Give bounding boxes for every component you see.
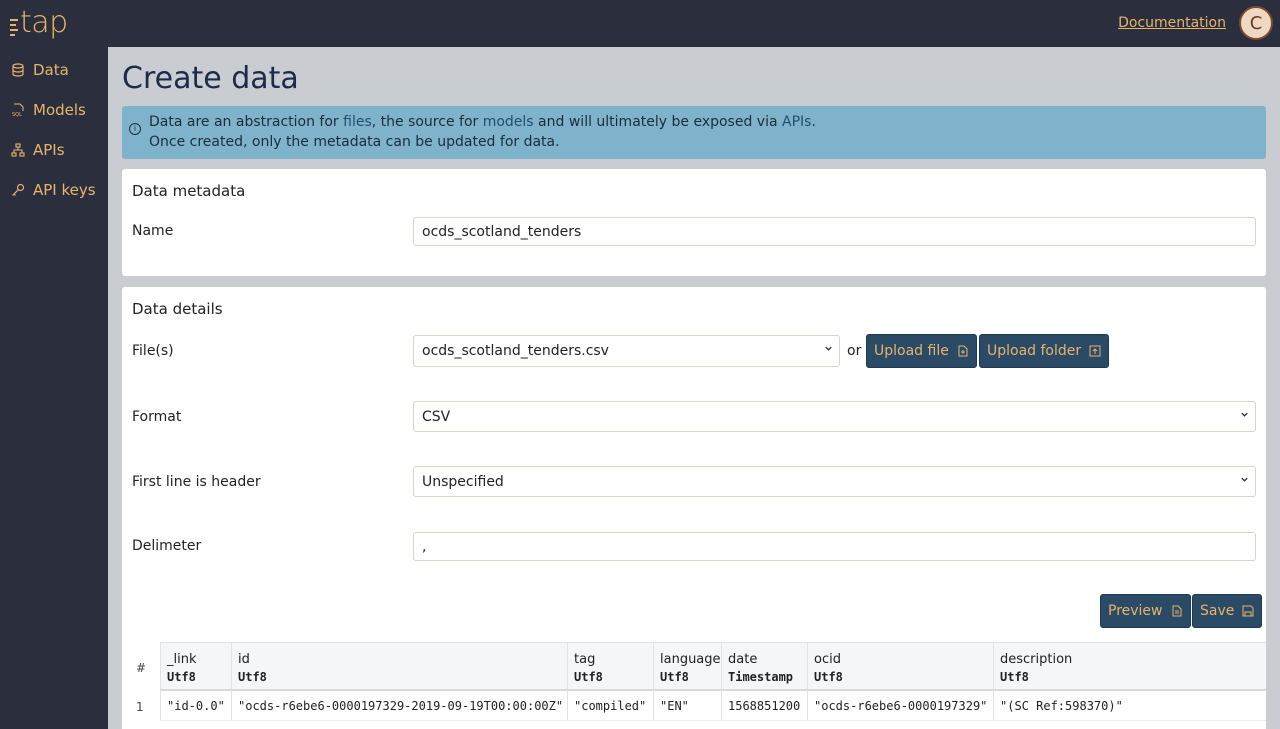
- save-button[interactable]: Save: [1192, 594, 1263, 628]
- alert-text: .: [811, 114, 816, 130]
- alert-text: and will ultimately be exposed via: [533, 114, 783, 130]
- chevron-down-icon: [1241, 412, 1248, 417]
- or-text: or: [847, 343, 862, 359]
- row-number: 1: [136, 700, 144, 714]
- column-name: language: [660, 652, 721, 667]
- column-header-date[interactable]: date Timestamp: [722, 642, 808, 691]
- card-title: Data details: [132, 300, 223, 318]
- floppy-disk-icon: [1242, 605, 1254, 617]
- rownum-header: #: [136, 661, 147, 675]
- sidebar: Data SQL Models APIs API keys: [0, 47, 108, 729]
- table-cell: "EN": [654, 691, 722, 721]
- alert-line-1: Data are an abstraction for files, the s…: [149, 112, 1266, 132]
- column-name: ocid: [814, 652, 841, 667]
- documentation-link[interactable]: Documentation: [1118, 15, 1226, 31]
- chevron-down-icon: [825, 346, 832, 351]
- page-title: Create data: [122, 61, 299, 96]
- sidebar-item-models[interactable]: SQL Models: [0, 90, 108, 130]
- column-type: Utf8: [167, 670, 196, 684]
- files-label: File(s): [132, 343, 174, 359]
- logo-bars-icon: [10, 18, 18, 36]
- delimiter-input[interactable]: ,: [413, 532, 1256, 561]
- column-type: Utf8: [238, 670, 267, 684]
- svg-text:SQL: SQL: [12, 112, 22, 117]
- files-select-value: ocds_scotland_tenders.csv: [422, 343, 609, 359]
- sidebar-item-label: APIs: [33, 141, 65, 159]
- apis-link[interactable]: APIs: [782, 114, 811, 130]
- header-select-value: Unspecified: [422, 473, 504, 490]
- sidebar-item-api-keys[interactable]: API keys: [0, 170, 108, 210]
- column-header-description[interactable]: description Utf8: [994, 642, 1266, 691]
- column-type: Utf8: [814, 670, 843, 684]
- name-input[interactable]: ocds_scotland_tenders: [413, 217, 1256, 246]
- sidebar-item-data[interactable]: Data: [0, 50, 108, 90]
- preview-button[interactable]: Preview: [1100, 594, 1191, 628]
- button-label: Upload file: [874, 343, 949, 359]
- column-name: tag: [574, 652, 596, 667]
- column-type: Timestamp: [728, 670, 794, 684]
- first-line-header-select[interactable]: Unspecified: [413, 466, 1256, 497]
- file-plus-icon: [958, 345, 968, 357]
- column-header-ocid[interactable]: ocid Utf8: [808, 642, 994, 691]
- column-type: Utf8: [660, 670, 689, 684]
- format-select[interactable]: CSV: [413, 401, 1256, 432]
- delimiter-label: Delimeter: [132, 538, 202, 554]
- column-header-language[interactable]: language Utf8: [654, 642, 722, 691]
- info-icon: i: [129, 123, 141, 135]
- column-type: Utf8: [1000, 670, 1029, 684]
- file-icon: [1172, 605, 1181, 617]
- table-cell: "compiled": [568, 691, 654, 721]
- sidebar-item-apis[interactable]: APIs: [0, 130, 108, 170]
- tap-logo[interactable]: tap: [10, 4, 68, 42]
- alert-text: Data are an abstraction for: [149, 114, 344, 130]
- column-name: description: [1000, 652, 1073, 667]
- button-label: Save: [1200, 603, 1235, 619]
- column-header-tag[interactable]: tag Utf8: [568, 642, 654, 691]
- column-type: Utf8: [574, 670, 603, 684]
- alert-text: , the source for: [371, 114, 483, 130]
- upload-file-button[interactable]: Upload file: [866, 334, 977, 368]
- sidebar-item-label: Models: [33, 101, 86, 119]
- button-label: Preview: [1108, 603, 1163, 619]
- first-line-header-label: First line is header: [132, 474, 261, 490]
- column-header-id[interactable]: id Utf8: [232, 642, 568, 691]
- sql-file-icon: SQL: [11, 103, 25, 117]
- database-icon: [11, 63, 25, 77]
- upload-folder-button[interactable]: Upload folder: [979, 334, 1110, 368]
- table-cell: 1568851200: [722, 691, 808, 721]
- files-select[interactable]: ocds_scotland_tenders.csv: [413, 335, 840, 367]
- table-cell: "ocds-r6ebe6-0000197329-2019-09-19T00:00…: [232, 691, 568, 721]
- table-cell: "(SC Ref:598370)": [994, 691, 1266, 721]
- button-label: Upload folder: [987, 343, 1082, 359]
- data-details-card: Data details File(s) ocds_scotland_tende…: [122, 287, 1266, 729]
- sidebar-item-label: Data: [33, 61, 69, 79]
- table-cell: "ocds-r6ebe6-0000197329": [808, 691, 994, 721]
- format-label: Format: [132, 409, 182, 425]
- column-name: date: [728, 652, 758, 667]
- user-avatar[interactable]: C: [1239, 6, 1273, 40]
- files-link[interactable]: files: [343, 114, 372, 130]
- key-icon: [11, 183, 25, 197]
- models-link[interactable]: models: [483, 114, 534, 130]
- column-name: id: [238, 652, 250, 667]
- logo-text: tap: [20, 5, 68, 40]
- column-header-link[interactable]: _link Utf8: [160, 642, 232, 691]
- info-alert: i Data are an abstraction for files, the…: [122, 106, 1266, 159]
- main-content: Create data i Data are an abstraction fo…: [108, 47, 1280, 729]
- data-metadata-card: Data metadata Name ocds_scotland_tenders: [122, 169, 1266, 276]
- card-title: Data metadata: [132, 182, 246, 200]
- network-icon: [11, 143, 25, 157]
- top-bar: tap Documentation C: [0, 0, 1280, 47]
- sidebar-item-label: API keys: [33, 181, 96, 199]
- table-cell: "id-0.0": [160, 691, 232, 721]
- upload-box-icon: [1089, 345, 1101, 357]
- format-select-value: CSV: [422, 408, 451, 425]
- alert-line-2: Once created, only the metadata can be u…: [149, 134, 560, 150]
- column-name: _link: [167, 652, 197, 667]
- name-label: Name: [132, 223, 174, 239]
- chevron-down-icon: [1241, 477, 1248, 482]
